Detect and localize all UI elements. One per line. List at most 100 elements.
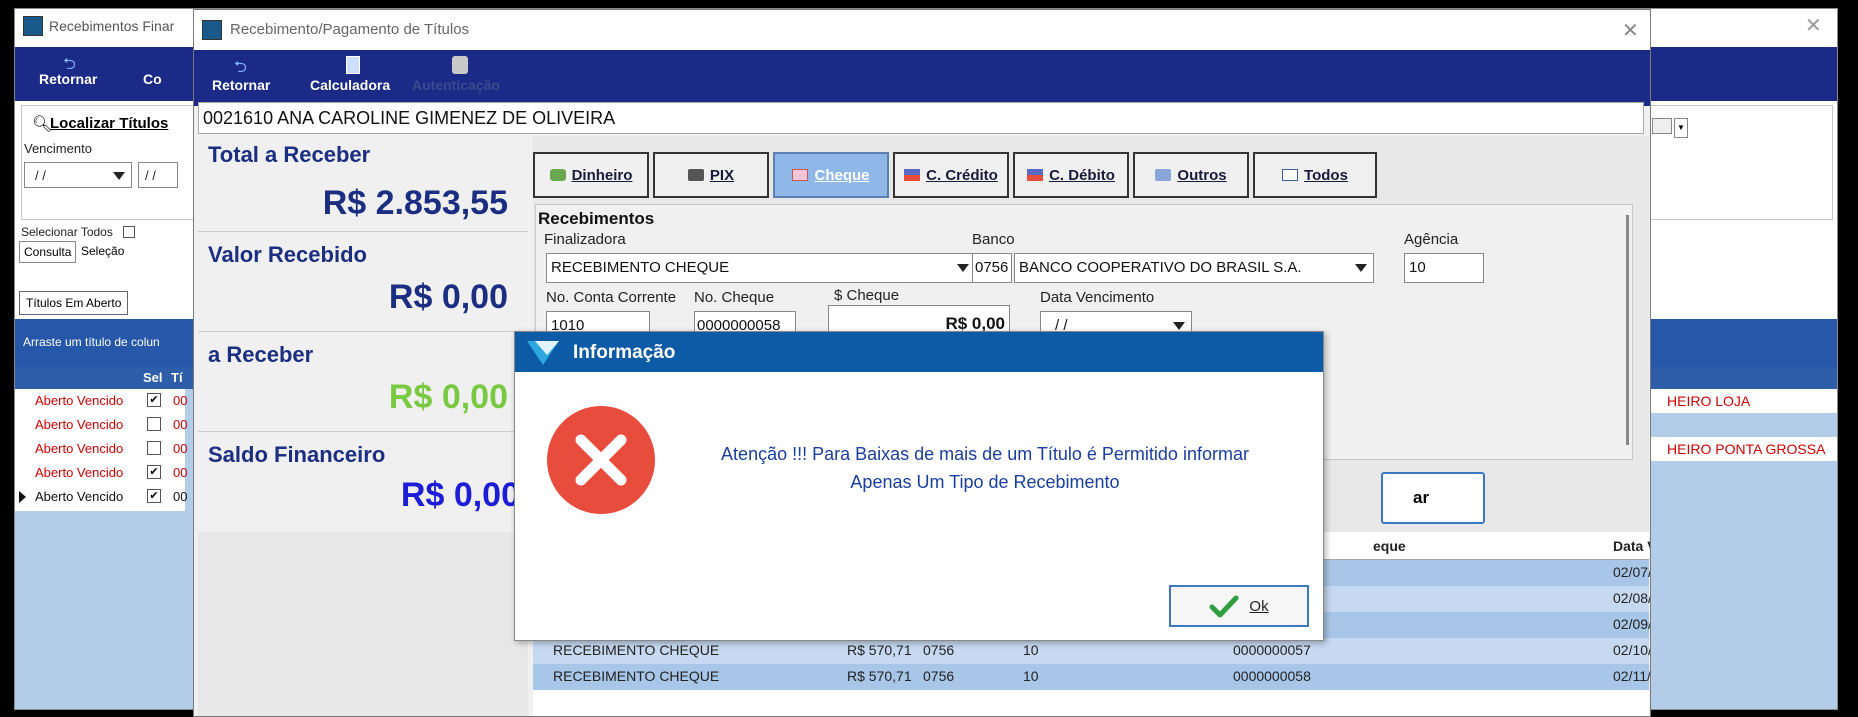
balance-box: Saldo Financeiro R$ 0,00 [198,436,528,532]
to-receive-value: R$ 0,00 [388,378,508,416]
close-icon[interactable]: ✕ [1805,13,1822,38]
total-label: Total a Receber [208,142,371,167]
info-dialog: Informação Atenção !!! Para Baixas de ma… [514,331,1324,641]
table-row[interactable]: RECEBIMENTO CHEQUE R$ 570,71 0756 10 000… [533,638,1650,664]
table-row[interactable]: Aberto Vencido 00 [15,437,187,461]
client-bar: 0021610 ANA CAROLINE GIMENEZ DE OLIVEIRA [198,102,1644,134]
finalizadora-label: Finalizadora [544,231,626,248]
error-icon [547,406,655,514]
table-row[interactable]: Aberto Vencido ✔ 00 [15,485,187,509]
return-button[interactable]: Retornar [212,77,270,93]
app-icon [202,20,222,40]
cheque-icon [792,169,809,181]
action-button[interactable]: ar [1381,472,1485,524]
main-title-bar: Recebimento/Pagamento de Títulos ✕ [194,10,1650,50]
tab-todos[interactable]: Todos [1253,152,1377,198]
tab-consulta[interactable]: Consulta [19,241,77,263]
calculator-icon [346,56,360,74]
to-receive-label: a Receber [208,342,314,367]
row-checkbox[interactable] [147,441,161,455]
option-icon[interactable] [1652,118,1672,134]
checkmark-icon [1209,595,1239,618]
summary-empty [198,532,528,716]
tab-credito[interactable]: C. Crédito [893,152,1009,198]
col-data-vencto[interactable]: Data Vencto [1613,538,1650,554]
dialog-title-bar: Informação [515,332,1323,372]
to-receive-box: a Receber R$ 0,00 [198,336,528,432]
calculator-button[interactable]: Calculadora [310,77,390,93]
total-value: R$ 2.853,55 [322,184,508,222]
col-sel[interactable]: Sel [143,370,163,385]
banco-label: Banco [972,231,1015,248]
main-toolbar: ⮌ Retornar Calculadora Autenticação [194,50,1650,106]
received-label: Valor Recebido [208,242,367,267]
row-checkbox[interactable]: ✔ [147,489,161,503]
balance-label: Saldo Financeiro [208,442,386,467]
ok-button[interactable]: Ok [1169,585,1309,627]
section-title: Recebimentos [538,209,655,228]
pix-icon [687,169,704,181]
received-value: R$ 0,00 [388,278,508,316]
main-window-title: Recebimento/Pagamento de Títulos [230,21,470,38]
back-window-title: Recebimentos Finar [49,18,175,34]
row-checkbox[interactable]: ✔ [147,393,161,407]
drag-hint: Arraste um título de colun [23,335,160,349]
row-checkbox[interactable] [147,417,161,431]
message-line-1: Atenção !!! Para Baixas de mais de um Tí… [721,444,1249,464]
banco-select[interactable]: BANCO COOPERATIVO DO BRASIL S.A. [1014,253,1374,283]
tab-cheque[interactable]: Cheque [773,152,889,198]
select-all-label: Selecionar Todos [21,225,113,239]
date-to-combo[interactable]: / / [138,162,178,188]
credit-card-icon [904,169,921,181]
client-name: 0021610 ANA CAROLINE GIMENEZ DE OLIVEIRA [203,108,616,128]
all-icon [1282,169,1299,181]
row-checkbox[interactable]: ✔ [147,465,161,479]
others-icon [1155,169,1172,181]
banco-code-input[interactable]: 0756 [972,253,1012,283]
tab-outros[interactable]: Outros [1133,152,1249,198]
app-icon [23,16,43,36]
summary-panel: Total a Receber R$ 2.853,55 Valor Recebi… [198,136,528,716]
message-line-2: Apenas Um Tipo de Recebimento [850,472,1120,492]
search-titles-button[interactable]: Localizar Títulos [50,115,168,132]
tab-open-titles[interactable]: Títulos Em Aberto [19,291,129,315]
cheque-no-label: No. Cheque [694,289,775,306]
vencimento-label: Vencimento [24,141,92,156]
date-from-combo[interactable]: / / [24,162,132,188]
col-ti[interactable]: Tí [171,370,183,385]
ok-label: Ok [1249,597,1269,615]
section-scrollbar[interactable] [1626,215,1629,445]
authentication-icon [452,56,468,74]
finalizadora-select[interactable]: RECEBIMENTO CHEQUE [546,253,976,283]
close-icon[interactable]: ✕ [1622,18,1639,43]
agencia-label: Agência [1404,231,1459,248]
dialog-message: Atenção !!! Para Baixas de mais de um Tí… [665,440,1305,496]
back-grid-rows: Aberto Vencido ✔ 00 Aberto Vencido 00 Abert… [15,389,187,511]
tab-dinheiro[interactable]: Dinheiro [533,152,649,198]
tab-selecao[interactable]: Seleção [81,244,124,258]
back-return-button[interactable]: Retornar [39,71,97,87]
authentication-button: Autenticação [412,77,500,93]
total-box: Total a Receber R$ 2.853,55 [198,136,528,232]
data-vencimento-label: Data Vencimento [1040,289,1155,306]
select-all-checkbox[interactable] [123,226,135,238]
col-cheque[interactable]: eque [1373,538,1406,554]
chevron-down-icon[interactable]: ▼ [1674,118,1688,138]
balance-value: R$ 0,00 [400,476,520,514]
table-row[interactable]: RECEBIMENTO CHEQUE R$ 570,71 0756 10 000… [533,664,1650,690]
dialog-title: Informação [573,342,676,363]
tab-debito[interactable]: C. Débito [1013,152,1129,198]
tab-pix[interactable]: PIX [653,152,769,198]
back-tabs-area: Selecionar Todos Consulta Seleção [15,223,185,283]
money-icon [549,169,566,181]
table-row[interactable]: Aberto Vencido ✔ 00 [15,389,187,413]
conta-label: No. Conta Corrente [546,289,677,306]
table-row[interactable]: Aberto Vencido ✔ 00 [15,461,187,485]
agencia-input[interactable]: 10 [1404,253,1484,283]
back-second-button[interactable]: Co [143,71,162,87]
debit-card-icon [1027,169,1044,181]
table-row[interactable]: Aberto Vencido 00 [15,413,187,437]
received-box: Valor Recebido R$ 0,00 [198,236,528,332]
info-logo-icon [527,341,559,365]
row-pointer-icon [19,491,26,503]
